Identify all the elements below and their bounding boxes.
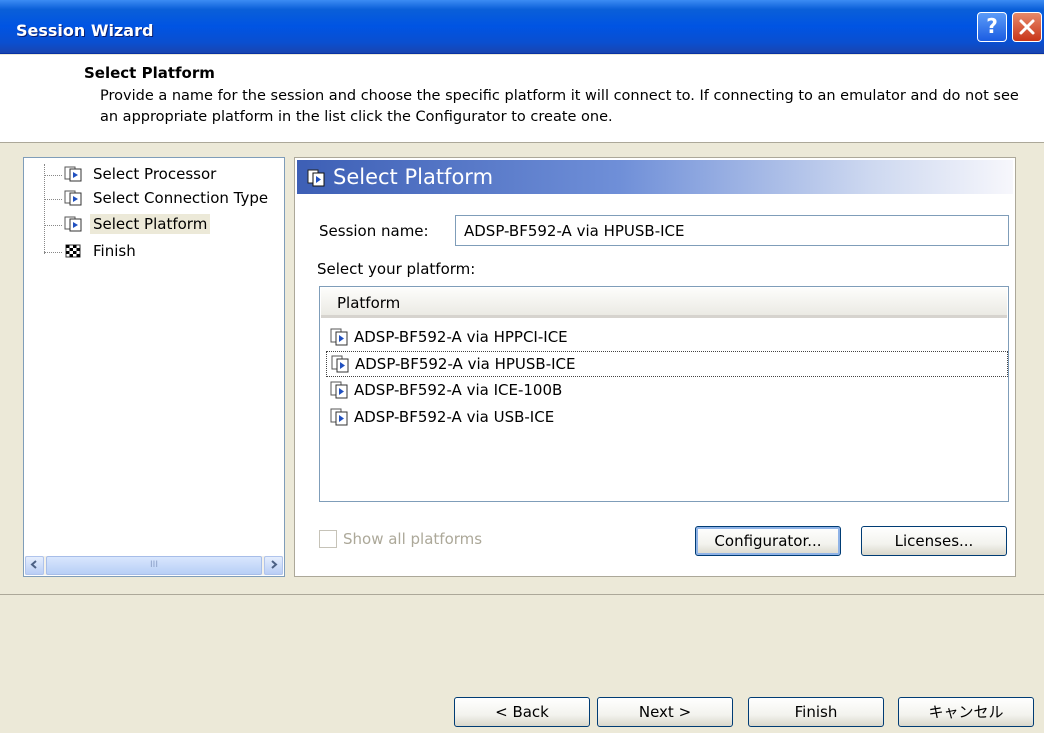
page-icon xyxy=(64,166,82,182)
list-item-label: ADSP-BF592-A via USB-ICE xyxy=(354,408,555,426)
list-item[interactable]: ADSP-BF592-A via ICE-100B xyxy=(326,378,1008,404)
checkbox-label: Show all platforms xyxy=(343,530,483,548)
scroll-left-button[interactable] xyxy=(25,556,44,575)
tree-item-label: Select Platform xyxy=(90,214,211,234)
page-icon xyxy=(64,190,82,206)
list-item-focused[interactable]: ADSP-BF592-A via HPUSB-ICE xyxy=(326,351,1008,377)
list-item-label: ADSP-BF592-A via HPPCI-ICE xyxy=(354,328,568,346)
close-icon xyxy=(1019,19,1035,35)
tree-item-finish[interactable]: Finish xyxy=(24,241,284,263)
platform-icon xyxy=(330,381,348,399)
next-button[interactable]: Next > xyxy=(597,697,733,727)
cancel-button[interactable]: キャンセル xyxy=(898,697,1034,727)
tree-item-label: Select Connection Type xyxy=(93,189,269,207)
window-title: Session Wizard xyxy=(16,21,154,40)
session-name-input[interactable] xyxy=(455,215,1009,246)
checkbox-box[interactable] xyxy=(319,530,337,548)
footer-separator xyxy=(0,594,1044,595)
session-name-label: Session name: xyxy=(319,222,429,240)
horizontal-scrollbar[interactable]: III xyxy=(25,556,283,575)
panel-title: Select Platform xyxy=(333,165,494,189)
chevron-left-icon xyxy=(30,560,37,569)
close-button[interactable] xyxy=(1012,12,1042,42)
platform-list-label: Select your platform: xyxy=(317,260,476,278)
back-button[interactable]: < Back xyxy=(454,697,590,727)
platform-panel: Select Platform Session name: Select you… xyxy=(294,157,1016,577)
header-title: Select Platform xyxy=(84,64,215,82)
page-icon xyxy=(64,216,82,232)
panel-header: Select Platform xyxy=(297,160,1013,194)
platform-icon xyxy=(330,328,348,346)
configurator-button[interactable]: Configurator... xyxy=(695,526,841,556)
tree-item-label: Finish xyxy=(93,242,136,260)
tree-item-select-connection-type[interactable]: Select Connection Type xyxy=(24,188,284,210)
help-button[interactable]: ? xyxy=(977,12,1007,42)
list-item[interactable]: ADSP-BF592-A via HPPCI-ICE xyxy=(326,325,1008,351)
chevron-right-icon xyxy=(271,560,278,569)
platform-icon xyxy=(330,408,348,426)
scroll-right-button[interactable] xyxy=(264,556,283,575)
step-tree[interactable]: Select Processor Select Connection Type … xyxy=(23,157,285,577)
tree-item-select-platform[interactable]: Select Platform xyxy=(24,214,284,236)
title-bar: Session Wizard ? xyxy=(0,0,1044,54)
list-item-label: ADSP-BF592-A via ICE-100B xyxy=(354,381,563,399)
tree-item-select-processor[interactable]: Select Processor xyxy=(24,164,284,186)
finish-button[interactable]: Finish xyxy=(748,697,884,727)
list-item-label: ADSP-BF592-A via HPUSB-ICE xyxy=(355,355,576,373)
platform-list[interactable]: Platform ADSP-BF592-A via HPPCI-ICE ADSP… xyxy=(319,286,1009,502)
column-header-platform: Platform xyxy=(337,294,401,312)
checkered-flag-icon xyxy=(65,244,81,258)
header-description: Provide a name for the session and choos… xyxy=(100,88,1019,125)
tree-item-label: Select Processor xyxy=(93,165,217,183)
list-column-header[interactable]: Platform xyxy=(321,288,1007,318)
wizard-header: Select Platform Provide a name for the s… xyxy=(0,55,1044,143)
list-item[interactable]: ADSP-BF592-A via USB-ICE xyxy=(326,405,1008,431)
scroll-thumb-grip: III xyxy=(150,560,158,570)
scroll-thumb[interactable]: III xyxy=(46,556,262,575)
licenses-button[interactable]: Licenses... xyxy=(861,526,1007,556)
platform-icon xyxy=(331,355,349,373)
page-icon xyxy=(307,169,325,187)
